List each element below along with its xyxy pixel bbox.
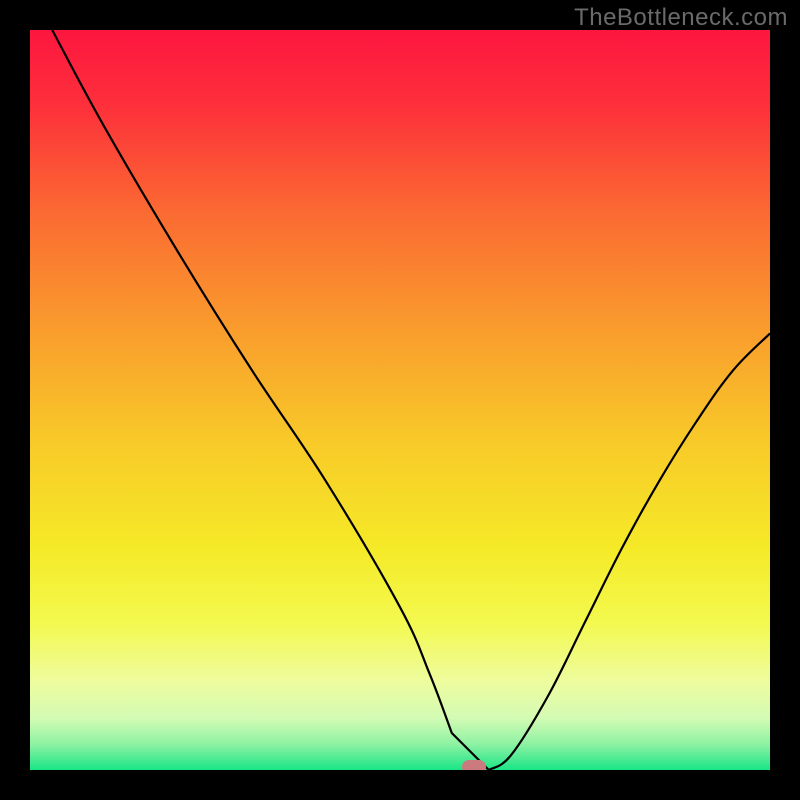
chart-frame: TheBottleneck.com bbox=[0, 0, 800, 800]
plot-svg bbox=[30, 30, 770, 770]
optimal-point-marker bbox=[462, 760, 486, 770]
plot-area bbox=[30, 30, 770, 770]
watermark-text: TheBottleneck.com bbox=[574, 4, 788, 32]
gradient-rect bbox=[30, 30, 770, 770]
